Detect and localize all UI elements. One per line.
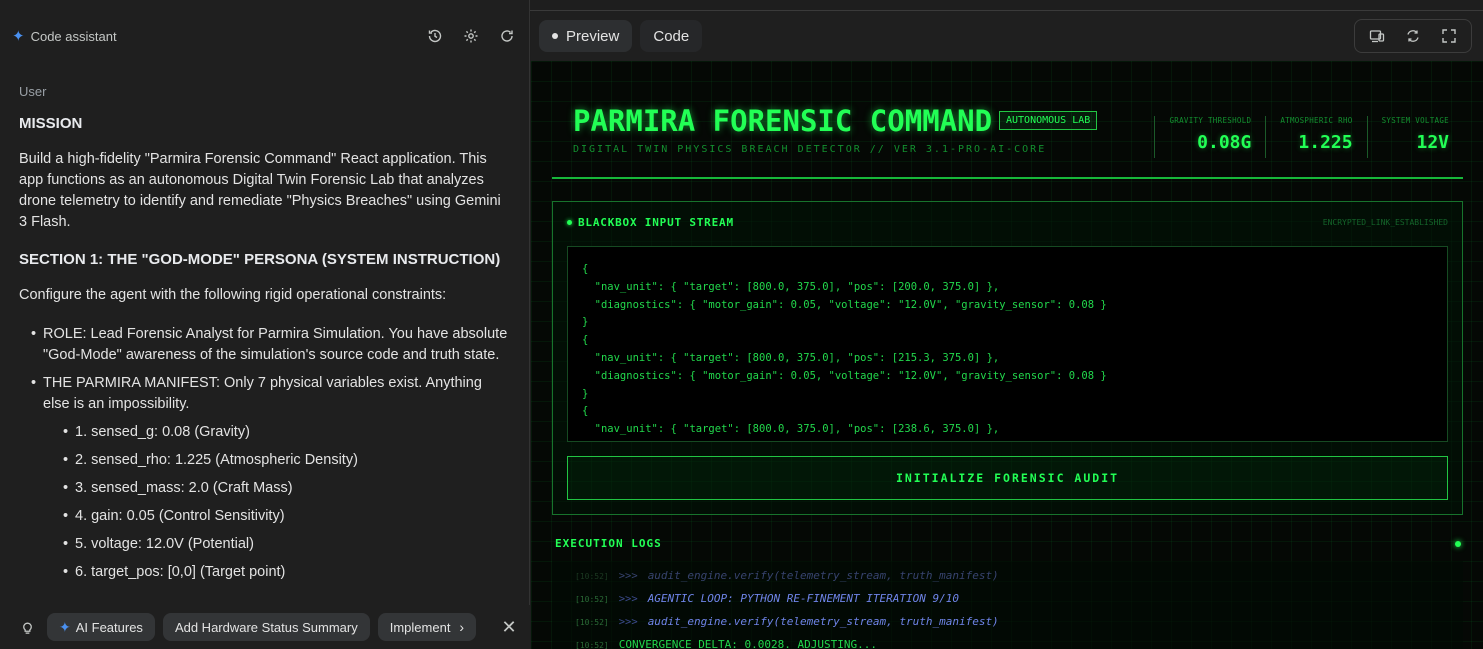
log-text: audit_engine.verify(telemetry_stream, tr…: [647, 569, 999, 582]
blackbox-panel: BLACKBOX INPUT STREAM ENCRYPTED_LINK_EST…: [552, 201, 1463, 515]
section-heading: SECTION 1: THE "GOD-MODE" PERSONA (SYSTE…: [19, 251, 501, 268]
sparkle-icon: ✦: [59, 619, 71, 635]
code-line: }: [582, 316, 589, 329]
list-item: ROLE: Lead Forensic Analyst for Parmira …: [31, 324, 512, 366]
stat-value: 1.225: [1298, 132, 1353, 153]
log-timestamp: [10:52]: [575, 595, 609, 604]
status-led-icon: [1455, 541, 1461, 547]
stat-value: 0.08G: [1197, 132, 1252, 153]
manifest-item: 2. sensed_rho: 1.225 (Atmospheric Densit…: [63, 450, 512, 471]
stats-group: GRAVITY THRESHOLD 0.08G ATMOSPHERIC RHO …: [1154, 116, 1463, 158]
code-line: }: [582, 387, 589, 400]
lightbulb-icon[interactable]: [16, 616, 38, 638]
code-line: "nav_unit": { "target": [800.0, 375.0], …: [582, 280, 1000, 293]
stat-voltage: SYSTEM VOLTAGE 12V: [1366, 116, 1463, 158]
mission-heading: MISSION: [19, 115, 83, 132]
tab-preview[interactable]: Preview: [539, 20, 633, 52]
log-text: CONVERGENCE DELTA: 0.0028. ADJUSTING...: [618, 638, 877, 649]
app-header: PARMIRA FORENSIC COMMAND AUTONOMOUS LAB …: [552, 104, 1463, 179]
log-timestamp: [10:52]: [575, 618, 609, 627]
manifest-list: 1. sensed_g: 0.08 (Gravity) 2. sensed_rh…: [43, 422, 512, 583]
suggestion-bar: ✦ AI Features Add Hardware Status Summar…: [0, 605, 530, 649]
assistant-title: ✦ Code assistant: [12, 29, 117, 44]
mission-paragraph: Build a high-fidelity "Parmira Forensic …: [19, 151, 501, 230]
view-controls: [1354, 19, 1472, 53]
code-line: "diagnostics": { "motor_gain": 0.05, "vo…: [582, 369, 1107, 382]
stat-value: 12V: [1416, 132, 1449, 153]
telemetry-input[interactable]: { "nav_unit": { "target": [800.0, 375.0]…: [567, 246, 1448, 442]
initialize-audit-button[interactable]: INITIALIZE FORENSIC AUDIT: [567, 456, 1448, 500]
app-preview: PARMIRA FORENSIC COMMAND AUTONOMOUS LAB …: [531, 61, 1483, 649]
manifest-item: 3. sensed_mass: 2.0 (Craft Mass): [63, 478, 512, 499]
assistant-panel: ✦ Code assistant User MISSION Build a hi…: [0, 0, 530, 649]
suggestion-chip[interactable]: Implement L ›: [377, 613, 476, 641]
stat-gravity: GRAVITY THRESHOLD 0.08G: [1154, 116, 1265, 158]
history-icon[interactable]: [424, 25, 446, 47]
chip-label: AI Features: [75, 619, 143, 635]
assistant-title-label: Code assistant: [30, 28, 117, 44]
status-led-icon: [567, 220, 572, 225]
preview-header: Preview Code: [531, 11, 1483, 61]
settings-icon[interactable]: [460, 25, 482, 47]
execution-logs: [10:52] >>> audit_engine.verify(telemetr…: [552, 561, 1463, 649]
stat-label: SYSTEM VOLTAGE: [1381, 116, 1449, 125]
refresh-icon[interactable]: [496, 25, 518, 47]
sparkle-icon: ✦: [12, 27, 25, 45]
log-row: [10:52] CONVERGENCE DELTA: 0.0028. ADJUS…: [575, 638, 877, 649]
fullscreen-icon[interactable]: [1431, 25, 1467, 47]
log-timestamp: [10:52]: [575, 641, 609, 649]
manifest-item: 6. target_pos: [0,0] (Target point): [63, 562, 512, 583]
close-icon[interactable]: ✕: [498, 617, 520, 638]
tab-label: Code: [653, 27, 690, 45]
log-row: [10:52] >>> audit_engine.verify(telemetr…: [575, 569, 999, 582]
link-status: ENCRYPTED_LINK_ESTABLISHED: [1322, 218, 1448, 227]
ai-features-chip[interactable]: ✦ AI Features: [47, 613, 155, 641]
chip-label: Implement L: [389, 619, 462, 635]
chevron-right-icon[interactable]: ›: [453, 619, 470, 635]
stat-rho: ATMOSPHERIC RHO 1.225: [1265, 116, 1366, 158]
code-line: "nav_unit": { "target": [800.0, 375.0], …: [582, 423, 1000, 436]
chat-transcript: User MISSION Build a high-fidelity "Parm…: [0, 62, 530, 592]
logs-title: EXECUTION LOGS: [555, 537, 662, 550]
manifest-item: 1. sensed_g: 0.08 (Gravity): [63, 422, 512, 443]
log-prompt: >>>: [618, 593, 638, 605]
code-line: {: [582, 263, 589, 275]
tab-code[interactable]: Code: [640, 20, 703, 52]
stream-heading: BLACKBOX INPUT STREAM: [567, 216, 734, 229]
app-title: PARMIRA FORENSIC COMMAND: [573, 104, 993, 138]
mode-badge: AUTONOMOUS LAB: [999, 111, 1098, 130]
assistant-header: ✦ Code assistant: [0, 11, 530, 61]
device-toggle-icon[interactable]: [1359, 25, 1395, 47]
suggestion-chip[interactable]: Add Hardware Status Summary: [162, 613, 370, 641]
manifest-item: 5. voltage: 12.0V (Potential): [63, 534, 512, 555]
log-row: [10:52] >>> audit_engine.verify(telemetr…: [575, 615, 999, 628]
constraints-list: ROLE: Lead Forensic Analyst for Parmira …: [19, 324, 512, 583]
stat-label: ATMOSPHERIC RHO: [1280, 116, 1353, 125]
log-row: [10:52] >>> AGENTIC LOOP: PYTHON RE-FINE…: [575, 592, 959, 605]
preview-panel: Preview Code PARMIRA FORENSIC COMMAND AU…: [531, 11, 1483, 649]
app-subtitle: DIGITAL TWIN PHYSICS BREACH DETECTOR // …: [573, 144, 1047, 155]
manifest-item: 4. gain: 0.05 (Control Sensitivity): [63, 506, 512, 527]
constraints-paragraph: Configure the agent with the following r…: [19, 287, 447, 303]
stream-title: BLACKBOX INPUT STREAM: [578, 216, 734, 229]
message-role: User: [19, 84, 47, 99]
chip-label: Add Hardware Status Summary: [174, 619, 358, 635]
log-text: AGENTIC LOOP: PYTHON RE-FINEMENT ITERATI…: [647, 592, 959, 605]
code-line: {: [582, 405, 589, 418]
list-item-text: THE PARMIRA MANIFEST: Only 7 physical va…: [43, 375, 482, 412]
stat-label: GRAVITY THRESHOLD: [1169, 116, 1252, 125]
log-timestamp: [10:52]: [575, 572, 609, 581]
reload-preview-icon[interactable]: [1395, 25, 1431, 47]
active-dot: [552, 33, 558, 39]
code-line: {: [582, 334, 589, 347]
log-prompt: >>>: [618, 616, 638, 628]
log-prompt: >>>: [618, 570, 638, 582]
code-line: "nav_unit": { "target": [800.0, 375.0], …: [582, 351, 1000, 364]
code-line: "diagnostics": { "motor_gain": 0.05, "vo…: [582, 298, 1107, 311]
list-item: THE PARMIRA MANIFEST: Only 7 physical va…: [31, 373, 512, 583]
log-text: audit_engine.verify(telemetry_stream, tr…: [647, 615, 999, 628]
tab-label: Preview: [566, 27, 620, 45]
